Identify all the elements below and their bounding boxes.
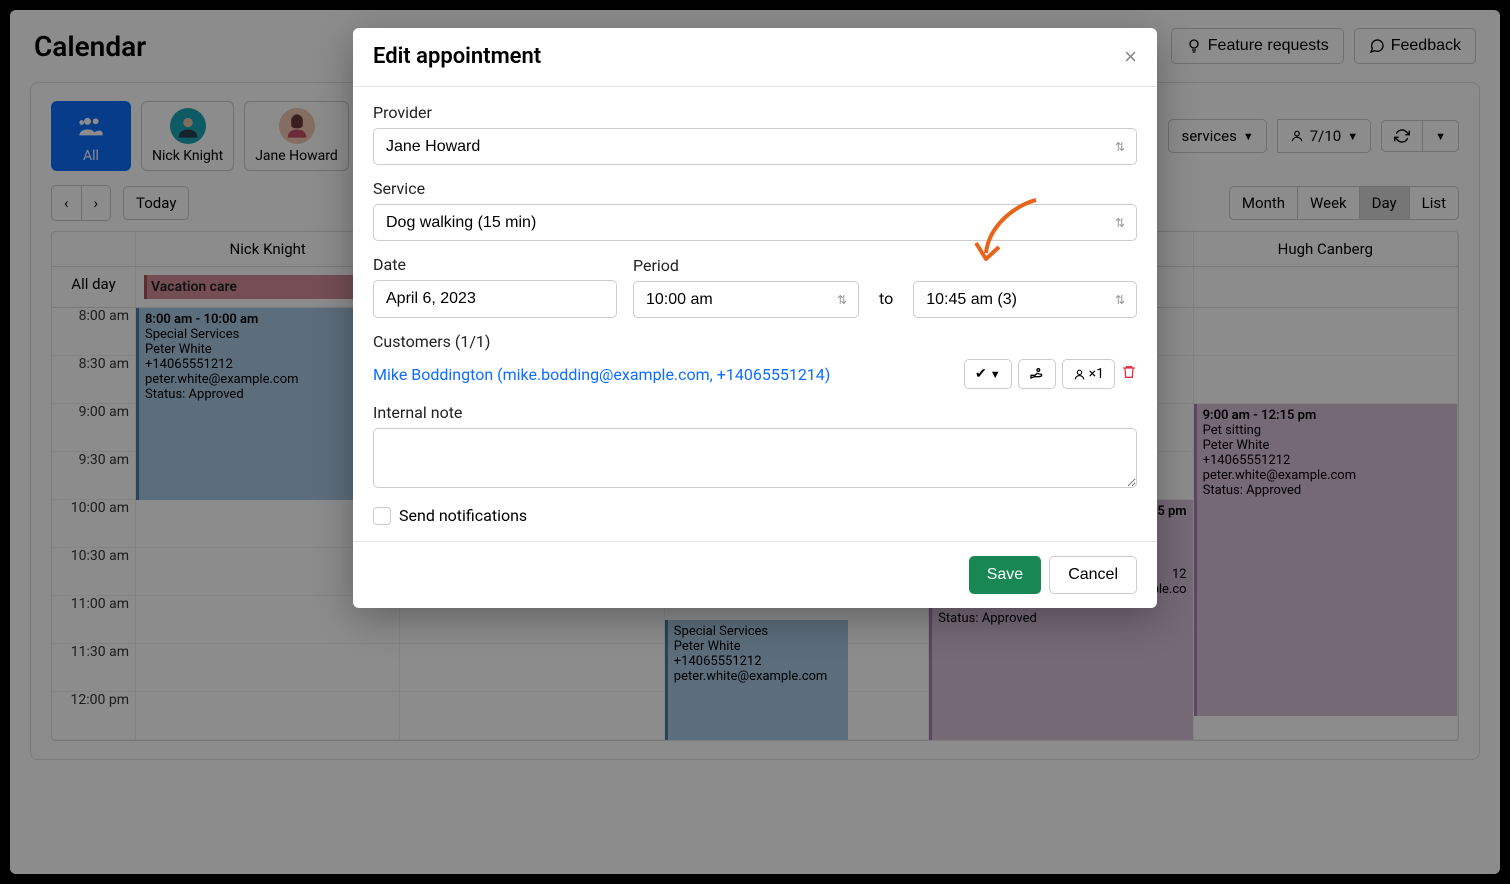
customer-count-button[interactable]: ×1 bbox=[1062, 359, 1115, 389]
provider-label: Provider bbox=[373, 103, 1137, 122]
send-notifications-label: Send notifications bbox=[399, 506, 527, 525]
customer-delete-button[interactable] bbox=[1121, 364, 1137, 385]
edit-appointment-modal: Edit appointment × Provider Jane Howard … bbox=[353, 28, 1157, 608]
customer-link[interactable]: Mike Boddington (mike.bodding@example.co… bbox=[373, 365, 830, 384]
date-input[interactable] bbox=[373, 280, 617, 318]
send-notifications-checkbox[interactable] bbox=[373, 507, 391, 525]
service-select[interactable]: Dog walking (15 min) bbox=[373, 204, 1137, 241]
modal-close-button[interactable]: × bbox=[1124, 44, 1137, 70]
check-icon: ✔ bbox=[975, 366, 987, 382]
date-label: Date bbox=[373, 255, 617, 274]
save-button[interactable]: Save bbox=[969, 556, 1041, 594]
hand-money-icon bbox=[1029, 366, 1045, 382]
user-icon bbox=[1073, 368, 1086, 381]
close-icon: × bbox=[1124, 44, 1137, 69]
modal-title: Edit appointment bbox=[373, 44, 541, 70]
period-start-select[interactable]: 10:00 am bbox=[633, 281, 859, 318]
period-to-label: to bbox=[875, 289, 897, 318]
period-label: Period bbox=[633, 256, 859, 275]
cancel-button[interactable]: Cancel bbox=[1049, 556, 1137, 594]
customers-label: Customers (1/1) bbox=[373, 332, 1137, 351]
note-label: Internal note bbox=[373, 403, 1137, 422]
customer-payment-button[interactable] bbox=[1018, 359, 1056, 389]
period-end-select[interactable]: 10:45 am (3) bbox=[913, 281, 1137, 318]
chevron-down-icon: ▼ bbox=[990, 368, 1001, 381]
service-label: Service bbox=[373, 179, 1137, 198]
note-textarea[interactable] bbox=[373, 428, 1137, 488]
customer-status-button[interactable]: ✔ ▼ bbox=[964, 359, 1012, 389]
provider-select[interactable]: Jane Howard bbox=[373, 128, 1137, 165]
customer-count-label: ×1 bbox=[1089, 366, 1104, 382]
trash-icon bbox=[1121, 364, 1137, 380]
